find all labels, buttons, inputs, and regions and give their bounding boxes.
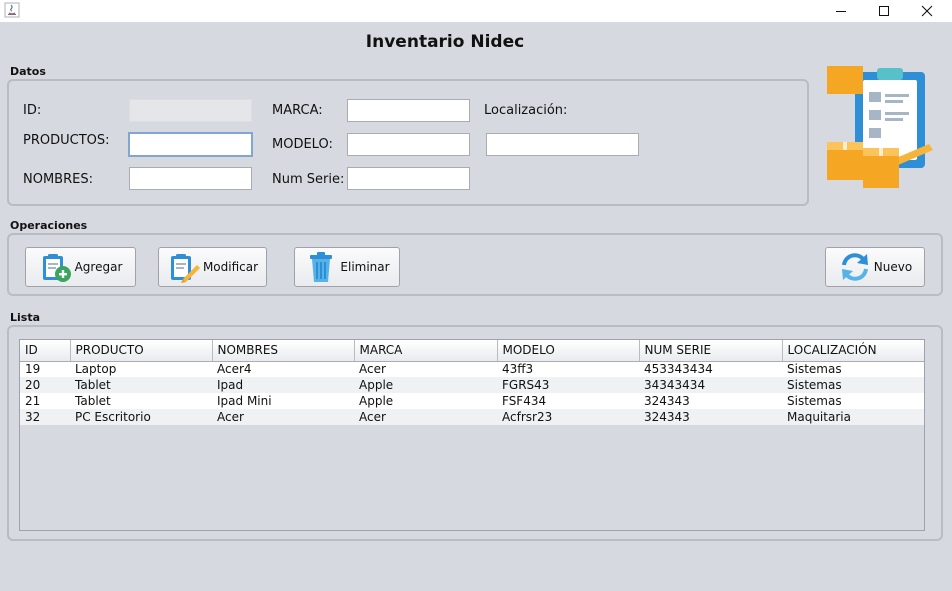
localizacion-label: Localización: [484, 103, 568, 118]
clipboard-edit-icon [170, 254, 200, 283]
column-header-marca[interactable]: MARCA [354, 340, 498, 362]
table-cell: 34343434 [639, 377, 782, 393]
table-cell: Tablet [70, 393, 212, 409]
table-cell: PC Escritorio [70, 409, 212, 425]
productos-field[interactable] [128, 132, 253, 157]
table-cell: Laptop [70, 361, 212, 377]
app-title: Inventario Nidec [365, 32, 525, 52]
productos-label: PRODUCTOS: [23, 133, 110, 148]
column-header-producto[interactable]: PRODUCTO [70, 340, 213, 362]
nuevo-label: Nuevo [873, 260, 913, 274]
inventory-table[interactable]: ID PRODUCTO NOMBRES MARCA MODELO NUM SER… [20, 340, 924, 425]
agregar-label: Agregar [74, 260, 123, 274]
modificar-button[interactable]: Modificar [158, 247, 267, 287]
num-serie-field[interactable] [347, 167, 470, 190]
column-header-num-serie[interactable]: NUM SERIE [639, 340, 783, 362]
minimize-button[interactable] [821, 0, 861, 22]
close-icon [921, 5, 933, 17]
table-cell: 453343434 [639, 361, 782, 377]
table-cell: 19 [20, 361, 70, 377]
table-row[interactable]: 21 Tablet Ipad Mini Apple FSF434 324343 … [20, 393, 924, 409]
table-cell: Tablet [70, 377, 212, 393]
maximize-button[interactable] [864, 0, 904, 22]
id-label: ID: [23, 103, 42, 118]
table-cell: 43ff3 [497, 361, 639, 377]
minimize-icon [836, 11, 846, 12]
operaciones-panel [7, 233, 943, 296]
nombres-field[interactable] [129, 167, 252, 190]
table-cell: 21 [20, 393, 70, 409]
eliminar-label: Eliminar [340, 260, 390, 274]
window-titlebar [0, 0, 952, 22]
table-cell: Apple [354, 393, 497, 409]
modelo-field[interactable] [347, 133, 470, 156]
clipboard-add-icon [42, 254, 71, 282]
marca-label: MARCA: [272, 103, 323, 118]
table-cell: Ipad Mini [212, 393, 354, 409]
eliminar-button[interactable]: Eliminar [294, 247, 400, 287]
nombres-label: NOMBRES: [23, 172, 93, 187]
modificar-label: Modificar [202, 260, 259, 274]
localizacion-field[interactable] [486, 133, 639, 156]
column-header-nombres[interactable]: NOMBRES [212, 340, 355, 362]
table-cell: Acer [354, 409, 497, 425]
table-cell: Acer [212, 409, 354, 425]
agregar-button[interactable]: Agregar [25, 247, 136, 287]
clipboard-boxes-icon [827, 66, 933, 188]
table-cell: 20 [20, 377, 70, 393]
inventory-table-scrollpane[interactable]: ID PRODUCTO NOMBRES MARCA MODELO NUM SER… [19, 339, 925, 531]
nuevo-button[interactable]: Nuevo [825, 247, 925, 287]
marca-field[interactable] [347, 99, 470, 122]
trash-icon [310, 252, 333, 282]
table-cell: Sistemas [782, 393, 924, 409]
column-header-id[interactable]: ID [20, 340, 71, 362]
maximize-icon [879, 6, 889, 16]
close-button[interactable] [907, 0, 947, 22]
table-cell: Maquitaria [782, 409, 924, 425]
main-window: Inventario Nidec Datos ID: PRODUCTOS: NO… [0, 22, 952, 591]
column-header-modelo[interactable]: MODELO [497, 340, 640, 362]
table-cell: Acer4 [212, 361, 354, 377]
table-cell: Acfrsr23 [497, 409, 639, 425]
table-cell: Sistemas [782, 377, 924, 393]
table-cell: FSF434 [497, 393, 639, 409]
table-row[interactable]: 19 Laptop Acer4 Acer 43ff3 453343434 Sis… [20, 361, 924, 377]
table-cell: FGRS43 [497, 377, 639, 393]
table-header-row: ID PRODUCTO NOMBRES MARCA MODELO NUM SER… [20, 340, 924, 362]
table-cell: Apple [354, 377, 497, 393]
id-field [129, 99, 252, 122]
table-cell: 324343 [639, 409, 782, 425]
table-cell: 324343 [639, 393, 782, 409]
table-row[interactable]: 20 Tablet Ipad Apple FGRS43 34343434 Sis… [20, 377, 924, 393]
column-header-localizacion[interactable]: LOCALIZACIÓN [782, 340, 924, 362]
table-cell: Ipad [212, 377, 354, 393]
table-row[interactable]: 32 PC Escritorio Acer Acer Acfrsr23 3243… [20, 409, 924, 425]
operaciones-section-label: Operaciones [10, 219, 88, 232]
num-serie-label: Num Serie: [272, 172, 345, 187]
table-cell: Sistemas [782, 361, 924, 377]
datos-section-label: Datos [10, 65, 46, 78]
refresh-icon [841, 253, 868, 281]
lista-section-label: Lista [10, 311, 41, 324]
modelo-label: MODELO: [272, 137, 333, 152]
table-cell: Acer [354, 361, 497, 377]
java-app-icon [4, 2, 20, 18]
table-cell: 32 [20, 409, 70, 425]
